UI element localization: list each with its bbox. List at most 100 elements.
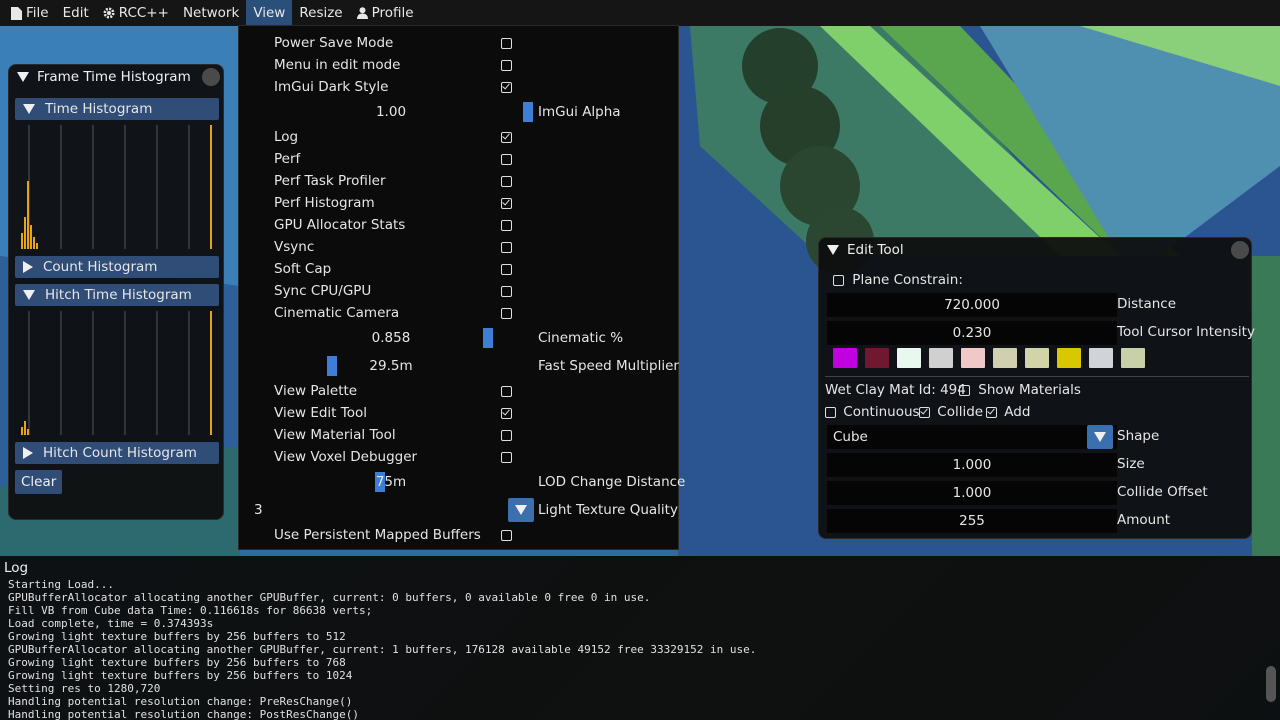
checkbox[interactable] xyxy=(501,429,512,441)
menu-item-gpu-allocator-stats[interactable]: GPU Allocator Stats xyxy=(239,214,680,236)
shape-combo[interactable]: Cube xyxy=(827,425,1117,449)
close-icon[interactable] xyxy=(1231,241,1249,259)
material-swatch[interactable] xyxy=(1121,348,1145,368)
menu-profile[interactable]: Profile xyxy=(350,0,421,26)
log-line: Growing light texture buffers by 256 buf… xyxy=(8,630,346,643)
size-label: Size xyxy=(1117,456,1145,472)
menu-item-power-save-mode[interactable]: Power Save Mode xyxy=(239,32,680,54)
clear-button[interactable]: Clear xyxy=(15,470,63,494)
menu-file[interactable]: File xyxy=(4,0,56,26)
menu-resize[interactable]: Resize xyxy=(292,0,349,26)
menu-item-view-material-tool[interactable]: View Material Tool xyxy=(239,424,680,446)
menu-item-imgui-dark-style[interactable]: ImGui Dark Style xyxy=(239,76,680,98)
menu-item-vsync[interactable]: Vsync xyxy=(239,236,680,258)
menu-item-view-voxel-debugger[interactable]: View Voxel Debugger xyxy=(239,446,680,468)
collapse-arrow-icon[interactable] xyxy=(827,245,839,255)
menu-edit-label: Edit xyxy=(62,5,89,21)
menu-item-use-persistent-mapped-buffers[interactable]: Use Persistent Mapped Buffers xyxy=(239,524,680,546)
slider-grab[interactable] xyxy=(523,102,533,122)
material-swatch[interactable] xyxy=(897,348,921,368)
menu-network[interactable]: Network xyxy=(176,0,246,26)
material-swatch[interactable] xyxy=(1057,348,1081,368)
section-count-histogram[interactable]: Count Histogram xyxy=(15,256,219,278)
section-hitch-count-histogram[interactable]: Hitch Count Histogram xyxy=(15,442,219,464)
menu-item-label: Menu in edit mode xyxy=(274,57,401,73)
menu-item-perf[interactable]: Perf xyxy=(239,148,680,170)
menu-rccpp[interactable]: RCC++ xyxy=(96,0,176,26)
menu-item-sync-cpu-gpu[interactable]: Sync CPU/GPU xyxy=(239,280,680,302)
section-time-histogram[interactable]: Time Histogram xyxy=(15,98,219,120)
frame-time-histogram-window: Frame Time Histogram Time Histogram Coun… xyxy=(8,64,224,520)
view-menu-dropdown: Power Save Mode Menu in edit mode ImGui … xyxy=(238,25,685,550)
menu-view[interactable]: View xyxy=(246,0,293,26)
combo-value[interactable]: 3 xyxy=(254,502,263,518)
checkbox[interactable] xyxy=(501,59,512,71)
slider-grab[interactable] xyxy=(327,356,337,376)
menu-item-perf-task-profiler[interactable]: Perf Task Profiler xyxy=(239,170,680,192)
menu-profile-label: Profile xyxy=(371,5,414,21)
menu-bar: File Edit RCC++ Network View Resize Prof… xyxy=(0,0,1280,26)
lod-change-distance-slider[interactable]: 75m xyxy=(256,471,534,493)
checkbox[interactable] xyxy=(501,307,512,319)
slider-label: ImGui Alpha xyxy=(538,104,621,120)
menu-item-cinematic-camera[interactable]: Cinematic Camera xyxy=(239,302,680,324)
collide-offset-label: Collide Offset xyxy=(1117,484,1208,500)
material-swatch[interactable] xyxy=(961,348,985,368)
continuous-checkbox[interactable] xyxy=(825,406,836,418)
menu-item-view-palette[interactable]: View Palette xyxy=(239,380,680,402)
collide-offset-field[interactable]: 1.000 xyxy=(827,481,1117,505)
checkbox[interactable] xyxy=(501,285,512,297)
imgui-alpha-slider[interactable]: 1.00 xyxy=(256,101,534,123)
menu-item-perf-histogram[interactable]: Perf Histogram xyxy=(239,192,680,214)
menu-item-soft-cap[interactable]: Soft Cap xyxy=(239,258,680,280)
checkbox[interactable] xyxy=(501,241,512,253)
add-checkbox[interactable] xyxy=(986,406,997,418)
checkbox[interactable] xyxy=(501,263,512,275)
checkbox[interactable] xyxy=(501,153,512,165)
material-swatch[interactable] xyxy=(993,348,1017,368)
checkbox[interactable] xyxy=(501,407,512,419)
combo-row-light-texture-quality: 3 Light Texture Quality xyxy=(239,498,680,522)
checkbox[interactable] xyxy=(501,37,512,49)
window-title-bar[interactable]: Frame Time Histogram xyxy=(9,65,223,89)
menu-item-view-edit-tool[interactable]: View Edit Tool xyxy=(239,402,680,424)
material-swatch[interactable] xyxy=(1089,348,1113,368)
shape-dropdown-button[interactable] xyxy=(1087,425,1113,449)
menu-item-label: Use Persistent Mapped Buffers xyxy=(274,527,481,543)
collide-checkbox[interactable] xyxy=(919,406,930,418)
menu-edit[interactable]: Edit xyxy=(56,0,96,26)
log-line: Handling potential resolution change: Po… xyxy=(8,708,359,720)
menu-item-log[interactable]: Log xyxy=(239,126,680,148)
show-materials-checkbox[interactable] xyxy=(959,384,970,396)
menu-item-menu-in-edit-mode[interactable]: Menu in edit mode xyxy=(239,54,680,76)
amount-field[interactable]: 255 xyxy=(827,509,1117,533)
close-icon[interactable] xyxy=(202,68,220,86)
collapse-arrow-icon[interactable] xyxy=(17,72,29,82)
material-swatch[interactable] xyxy=(1025,348,1049,368)
checkbox[interactable] xyxy=(501,451,512,463)
material-swatch[interactable] xyxy=(833,348,857,368)
distance-field[interactable]: 720.000 xyxy=(827,293,1117,317)
expand-arrow-icon xyxy=(23,447,33,459)
checkbox[interactable] xyxy=(501,197,512,209)
plane-constrain-row[interactable]: Plane Constrain: xyxy=(819,268,1251,292)
checkbox[interactable] xyxy=(501,529,512,541)
checkbox[interactable] xyxy=(501,81,512,93)
log-scrollbar[interactable] xyxy=(1266,666,1276,702)
fast-speed-multiplier-slider[interactable]: 29.5m xyxy=(256,355,534,377)
cinematic-percent-slider[interactable]: 0.858 xyxy=(256,327,534,349)
material-swatch[interactable] xyxy=(929,348,953,368)
size-field[interactable]: 1.000 xyxy=(827,453,1117,477)
combo-dropdown-button[interactable] xyxy=(508,498,534,522)
section-hitch-time-histogram[interactable]: Hitch Time Histogram xyxy=(15,284,219,306)
checkbox[interactable] xyxy=(501,219,512,231)
slider-grab[interactable] xyxy=(483,328,493,348)
checkbox[interactable] xyxy=(501,385,512,397)
checkbox[interactable] xyxy=(501,131,512,143)
material-swatch[interactable] xyxy=(865,348,889,368)
shape-row: Cube Shape xyxy=(819,425,1251,449)
window-title-bar[interactable]: Edit Tool xyxy=(819,238,1251,262)
checkbox[interactable] xyxy=(501,175,512,187)
plane-constrain-checkbox[interactable] xyxy=(833,274,844,286)
cursor-intensity-field[interactable]: 0.230 xyxy=(827,321,1117,345)
